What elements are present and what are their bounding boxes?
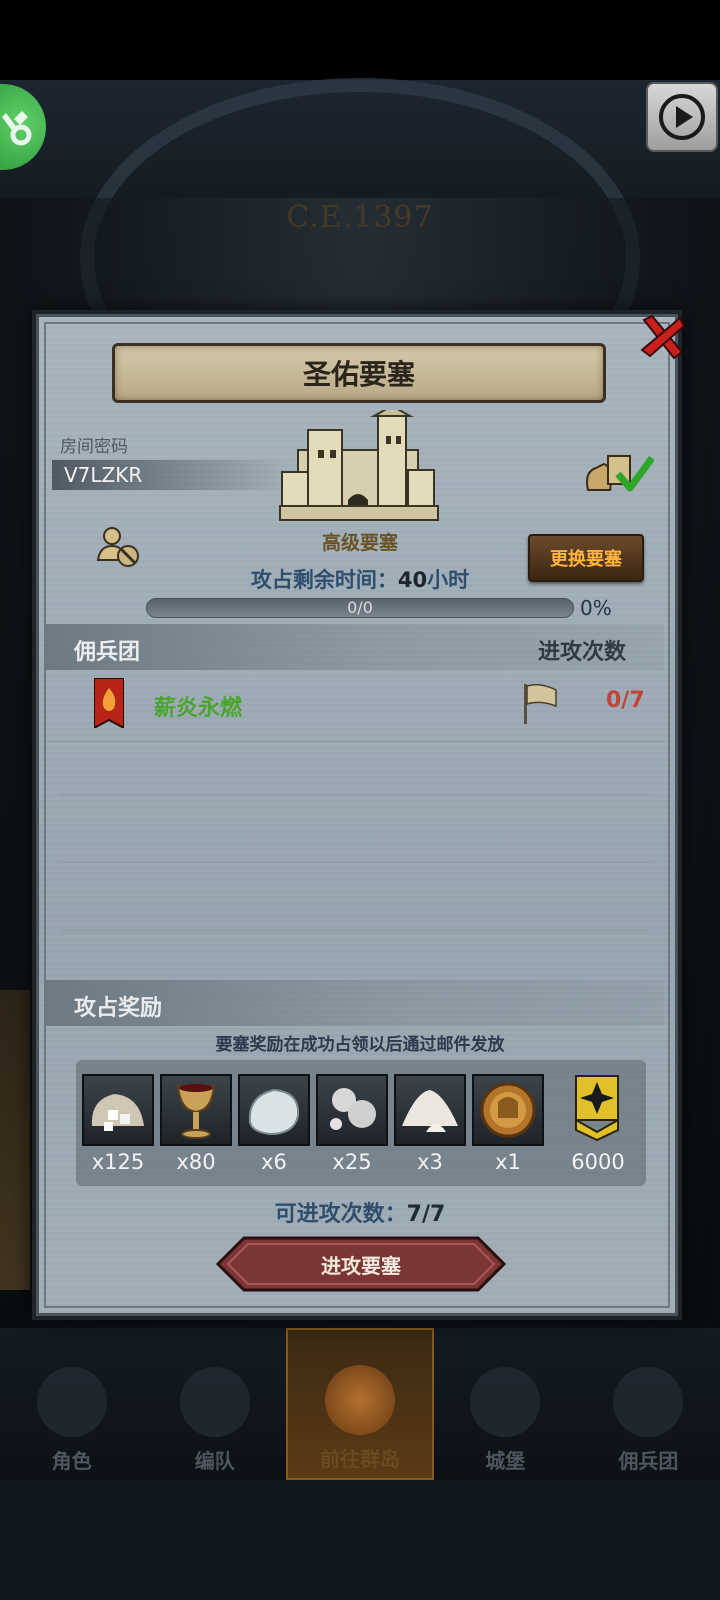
wrench-icon (2, 111, 32, 146)
sugar-sack-icon (91, 1094, 144, 1131)
mercenary-row[interactable]: 薪炎永燃 0/7 (46, 676, 664, 742)
nav-bottom-fill (0, 1480, 720, 1600)
remaining-time-unit: 小时 (427, 568, 470, 592)
reward-qty: x1 (495, 1150, 521, 1174)
knight-medal-icon (480, 1082, 536, 1138)
attack-count-header: 进攻次数 (538, 640, 627, 665)
nav-castle[interactable]: 城堡 (434, 1328, 577, 1480)
remaining-time-label: 攻占剩余时间： (250, 568, 398, 592)
close-button[interactable] (636, 310, 690, 364)
salt-pile-icon (402, 1090, 458, 1132)
reward-item[interactable] (238, 1074, 310, 1146)
reward-item[interactable] (160, 1074, 232, 1146)
nav-character[interactable]: 角色 (0, 1328, 143, 1480)
empty-row-divider (60, 862, 650, 863)
goblet-icon (176, 1084, 216, 1139)
reward-qty: x3 (417, 1150, 443, 1174)
castle-icon (470, 1367, 541, 1437)
nav-formation[interactable]: 编队 (143, 1328, 286, 1480)
title-banner: 圣佑要塞 (112, 343, 606, 403)
status-bar-area (0, 0, 720, 80)
attacks-left-label: 可进攻次数： (274, 1202, 407, 1227)
play-button[interactable] (646, 82, 718, 152)
rank-badge-icon[interactable] (574, 1074, 620, 1142)
reward-qty: 6000 (571, 1150, 625, 1174)
reward-qty: x6 (261, 1150, 287, 1174)
reward-qty: x25 (332, 1150, 372, 1174)
nav-label: 编队 (194, 1449, 235, 1473)
nav-label: 城堡 (485, 1449, 526, 1473)
empty-row-divider (60, 794, 650, 795)
reward-qty: x125 (91, 1150, 145, 1174)
nav-label: 角色 (51, 1449, 92, 1473)
supplies-check-icon[interactable] (584, 450, 654, 496)
mercenary-attack-count: 0/7 (606, 688, 645, 713)
nav-label: 佣兵团 (618, 1449, 679, 1473)
play-icon (659, 94, 705, 140)
dialog-title: 圣佑要塞 (302, 358, 415, 391)
reward-item[interactable] (394, 1074, 466, 1146)
attack-fortress-button[interactable]: 进攻要塞 (216, 1236, 506, 1292)
reward-item[interactable] (316, 1074, 388, 1146)
progress-percent: 0% (580, 596, 612, 620)
reward-header: 攻占奖励 (74, 996, 163, 1021)
compass-icon (325, 1365, 395, 1435)
reward-note: 要塞奖励在成功占领以后通过邮件发放 (215, 1035, 505, 1055)
squad-icon (179, 1367, 250, 1437)
silver-nuggets-icon (330, 1088, 376, 1130)
mercenary-name: 薪炎永燃 (154, 696, 243, 721)
nav-islands[interactable]: 前往群岛 (286, 1328, 434, 1480)
close-icon (640, 314, 686, 360)
change-fortress-button[interactable]: 更换要塞 (528, 534, 644, 582)
bottom-nav: 角色 编队 前往群岛 城堡 佣兵团 (0, 1328, 720, 1480)
room-code[interactable]: V7LZKR (64, 463, 142, 487)
remaining-time-value: 40 (397, 568, 428, 592)
room-password-label: 房间密码 (60, 437, 128, 457)
nav-mercenary[interactable]: 佣兵团 (577, 1328, 720, 1480)
no-user-icon[interactable] (96, 524, 142, 570)
attacks-left-value: 7/7 (406, 1202, 446, 1227)
nav-label: 前往群岛 (320, 1447, 400, 1471)
ship-icon (613, 1367, 684, 1437)
attack-fortress-label: 进攻要塞 (321, 1253, 401, 1278)
empty-row-divider (60, 930, 650, 931)
attacks-left: 可进攻次数：7/7 (0, 1196, 720, 1228)
reward-item[interactable] (82, 1074, 154, 1146)
progress-text: 0/0 (347, 598, 373, 617)
change-fortress-label: 更换要塞 (550, 549, 622, 570)
reward-qty: x80 (176, 1150, 216, 1174)
knight-icon (36, 1367, 107, 1437)
flag-icon (524, 683, 557, 724)
flame-banner-icon (94, 678, 124, 728)
moonstone-icon (248, 1088, 300, 1136)
castle-icon (279, 410, 439, 521)
mercenary-header: 佣兵团 (74, 640, 141, 665)
occupation-progress-bar: 0/0 (146, 598, 574, 618)
reward-item[interactable] (472, 1074, 544, 1146)
